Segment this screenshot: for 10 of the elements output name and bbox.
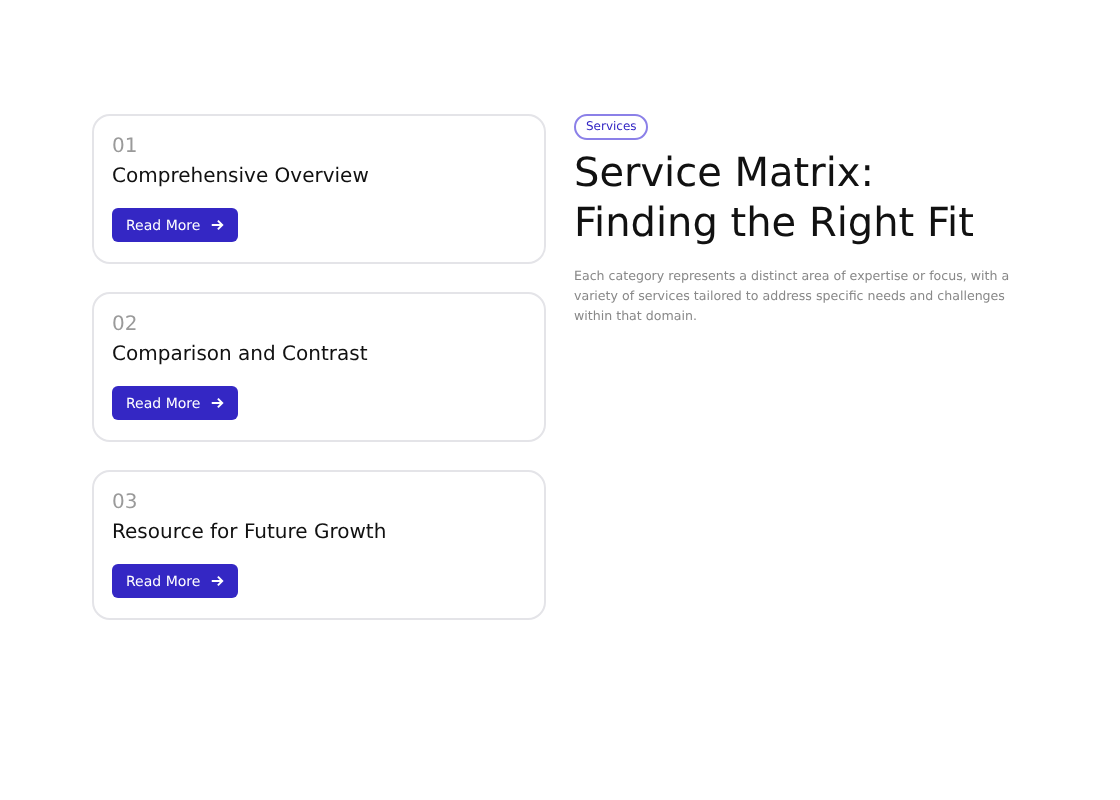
arrow-right-icon bbox=[210, 396, 225, 410]
card-number: 03 bbox=[112, 492, 138, 516]
card-title: Resource for Future Growth bbox=[112, 522, 387, 546]
card-number: 01 bbox=[112, 136, 138, 160]
arrow-right-icon bbox=[210, 218, 225, 232]
arrow-right-icon bbox=[210, 574, 225, 588]
card-number: 02 bbox=[112, 314, 138, 338]
card-title: Comprehensive Overview bbox=[112, 166, 369, 190]
card-title: Comparison and Contrast bbox=[112, 344, 368, 368]
page-heading: Service Matrix: Finding the Right Fit bbox=[574, 148, 976, 248]
